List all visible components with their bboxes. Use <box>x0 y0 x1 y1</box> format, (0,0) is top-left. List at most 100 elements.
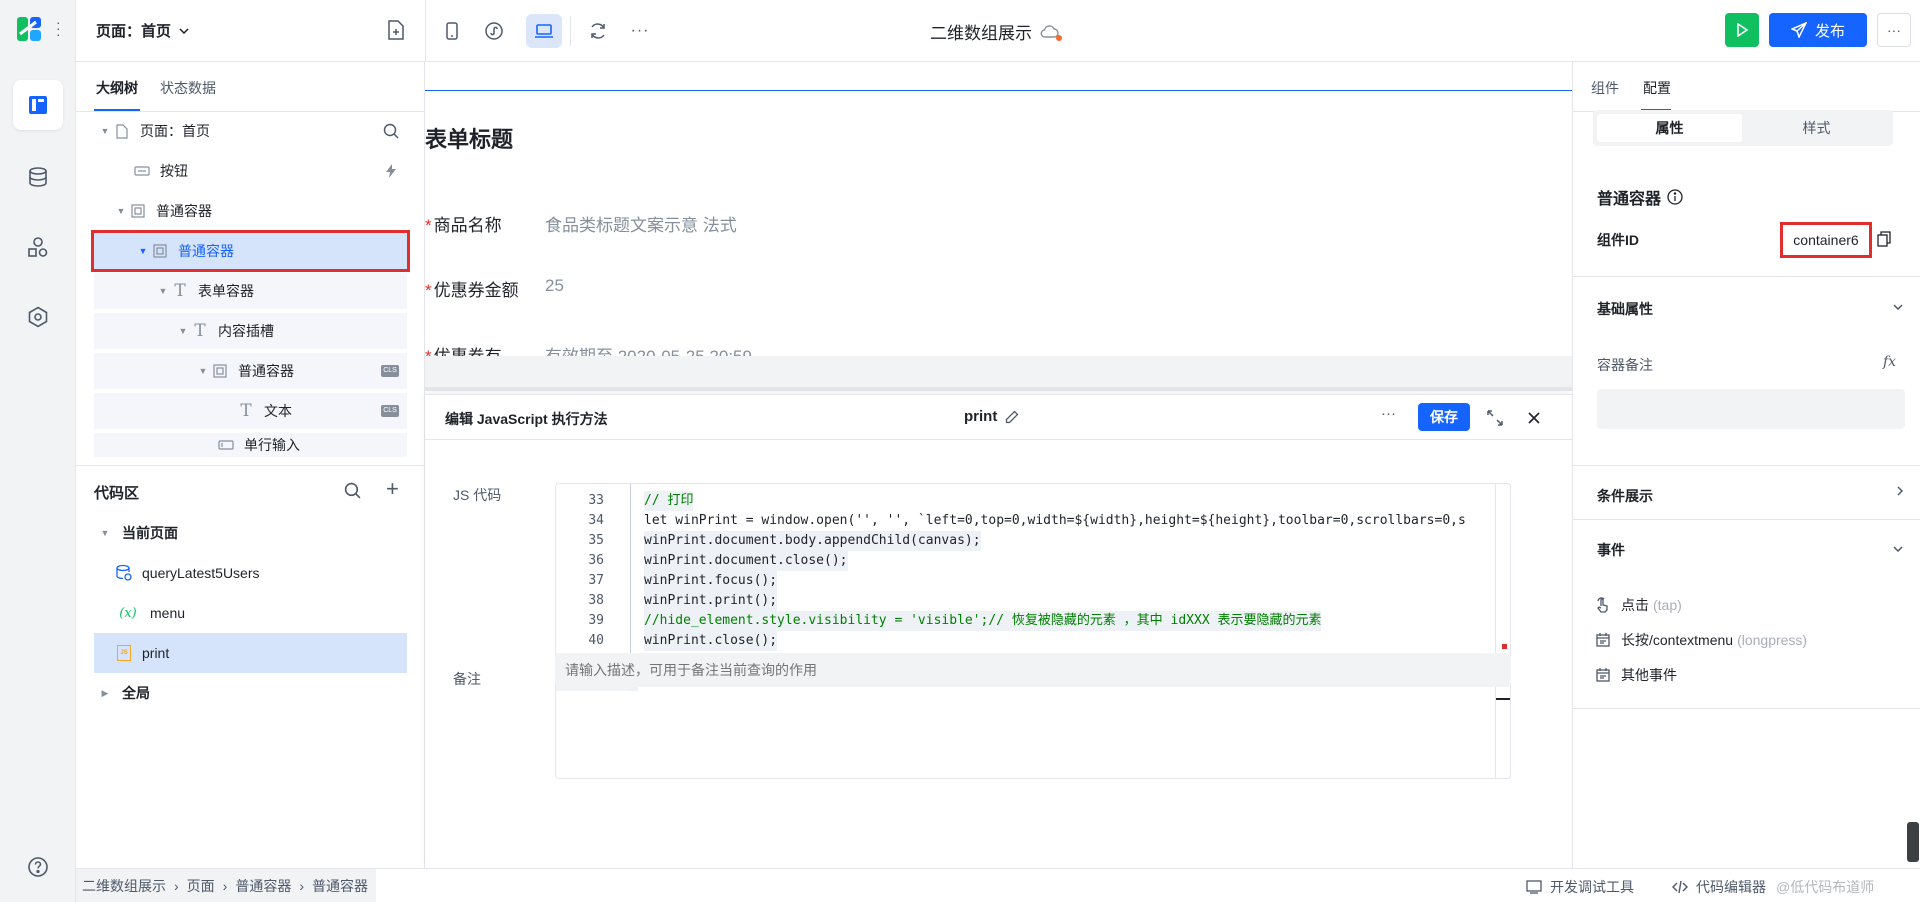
lightning-icon[interactable] <box>385 164 397 178</box>
components-icon[interactable] <box>13 222 63 272</box>
expand-icon[interactable] <box>1487 410 1503 426</box>
more-vertical-icon[interactable]: · · · <box>56 15 61 41</box>
container-icon <box>128 203 148 219</box>
save-button[interactable]: 保存 <box>1418 403 1470 431</box>
add-page-icon[interactable] <box>387 20 405 40</box>
refresh-icon[interactable] <box>580 14 616 48</box>
search-icon[interactable] <box>383 123 399 139</box>
code-item-query[interactable]: queryLatest5Users <box>94 553 407 593</box>
tab-state-data[interactable]: 状态数据 <box>160 78 216 98</box>
section-basic-props[interactable]: 基础属性 <box>1573 276 1920 342</box>
breadcrumb-item[interactable]: 普通容器 <box>235 876 291 896</box>
field-value-product[interactable]: 食品类标题文案示意 法式 <box>545 211 737 236</box>
search-icon[interactable] <box>344 482 361 499</box>
editor-title: 编辑 JavaScript 执行方法 <box>445 411 608 427</box>
code-item-menu[interactable]: (x) menu <box>94 593 407 633</box>
container-remark-input[interactable] <box>1597 389 1905 429</box>
component-id-value[interactable]: container6 <box>1780 222 1872 258</box>
divider <box>76 465 425 466</box>
scrollbar-track[interactable] <box>1495 484 1496 778</box>
code-editor[interactable]: 32 33// 打印 34let winPrint = window.open(… <box>555 483 1511 779</box>
tree-node-container[interactable]: ▼ 普通容器 <box>94 193 407 229</box>
tree-node-content-slot[interactable]: ▼ T 内容插槽 <box>94 313 407 349</box>
more-actions-button[interactable]: ··· <box>1877 13 1911 47</box>
code-line: 36 winPrint.document.close(); <box>556 551 1496 571</box>
field-label-coupon: * 优惠券金额 <box>425 276 519 301</box>
formula-fx-icon[interactable]: fx <box>1883 354 1896 370</box>
section-events[interactable]: 事件 <box>1573 519 1920 579</box>
remark-input[interactable] <box>555 653 1511 687</box>
cls-badge: CLS <box>381 405 399 417</box>
breadcrumb-item[interactable]: 普通容器 <box>312 876 368 896</box>
copy-icon[interactable] <box>1877 231 1891 247</box>
form-title: 表单标题 <box>425 127 514 152</box>
page-selector[interactable]: 页面：首页 <box>96 20 189 41</box>
publish-button[interactable]: 发布 <box>1769 13 1867 47</box>
dev-tools-label: 开发调试工具 <box>1550 879 1634 895</box>
event-name: 其他事件 <box>1621 667 1677 683</box>
close-icon[interactable] <box>1528 412 1540 424</box>
tree-node-text[interactable]: T 文本 CLS <box>94 393 407 429</box>
subtab-styles[interactable]: 样式 <box>1744 114 1889 142</box>
tree-node-label: 单行输入 <box>244 437 300 453</box>
breadcrumb-item[interactable]: 二维数组展示 <box>82 876 166 896</box>
tree-node-label: 普通容器 <box>238 363 294 379</box>
help-icon[interactable] <box>13 842 63 892</box>
js-badge-text: JS <box>117 645 131 661</box>
add-icon[interactable]: + <box>386 476 399 502</box>
horizontal-scrollbar[interactable] <box>425 387 1572 391</box>
app-logo[interactable] <box>16 16 42 42</box>
tab-config[interactable]: 配置 <box>1643 78 1671 98</box>
side-scroll-handle[interactable] <box>1907 822 1919 862</box>
code-item-label: print <box>142 645 170 661</box>
event-longpress[interactable]: 长按/contextmenu (longpress) <box>1595 630 1807 650</box>
tree-node-page[interactable]: ▼ 页面：首页 <box>94 113 407 149</box>
field-label-text: 优惠券金额 <box>433 281 519 300</box>
subtab-properties[interactable]: 属性 <box>1597 114 1742 142</box>
info-icon[interactable] <box>1667 189 1683 205</box>
code-brackets-icon <box>1672 880 1688 894</box>
tap-hand-icon <box>1595 597 1611 613</box>
database-icon[interactable] <box>13 152 63 202</box>
mini-program-icon[interactable] <box>476 14 512 48</box>
code-item-label: menu <box>150 605 186 621</box>
code-item-print[interactable]: JS print <box>94 633 407 673</box>
breadcrumb-item[interactable]: 页面 <box>187 876 215 896</box>
watermark: @低代码布道师 <box>1776 879 1875 895</box>
more-horizontal-icon[interactable]: ··· <box>1381 405 1396 422</box>
code-line: 33// 打印 <box>556 491 1496 511</box>
desktop-view-icon[interactable] <box>526 14 562 48</box>
tree-node-form-container[interactable]: ▼ T 表单容器 <box>94 273 407 309</box>
tree-node-inner-container[interactable]: ▼ 普通容器 CLS <box>94 353 407 389</box>
run-button[interactable] <box>1725 13 1759 47</box>
event-tap[interactable]: 点击 (tap) <box>1595 595 1682 615</box>
text-type-icon: T <box>194 321 206 341</box>
code-line: 35 winPrint.document.body.appendChild(can… <box>556 531 1496 551</box>
dev-tools-button[interactable]: 开发调试工具 <box>1526 877 1634 897</box>
divider <box>425 0 426 61</box>
input-icon <box>216 437 236 453</box>
mobile-view-icon[interactable] <box>434 14 470 48</box>
left-rail: · · · <box>0 0 76 902</box>
outline-nav-icon[interactable] <box>13 80 63 130</box>
more-horizontal-icon[interactable]: ··· <box>622 14 658 48</box>
tree-node-single-input[interactable]: 单行输入 <box>94 433 407 457</box>
method-name[interactable]: print <box>964 408 1019 425</box>
section-conditional[interactable]: 条件展示 <box>1573 465 1920 519</box>
tab-outline[interactable]: 大纲树 <box>96 78 138 98</box>
code-group-global[interactable]: ▶ 全局 <box>94 673 407 713</box>
field-value-coupon[interactable]: 25 <box>545 276 564 296</box>
play-icon <box>1736 23 1748 37</box>
right-panel: 组件 配置 属性 样式 普通容器 组件ID container6 基础属性 容器… <box>1572 62 1920 868</box>
cls-badge: CLS <box>381 365 399 377</box>
tree-node-container-selected[interactable]: ▼ 普通容器 <box>91 230 410 272</box>
code-editor-button[interactable]: 代码编辑器 <box>1672 877 1766 897</box>
tree-node-button[interactable]: 按钮 <box>94 153 407 189</box>
event-other[interactable]: 其他事件 <box>1595 665 1677 685</box>
app-title-text: 二维数组展示 <box>930 24 1032 43</box>
settings-hex-icon[interactable] <box>13 292 63 342</box>
code-line: 34 let winPrint = window.open('', '', `le… <box>588 513 1466 528</box>
tab-components[interactable]: 组件 <box>1591 78 1619 98</box>
code-group-current-page[interactable]: ▼ 当前页面 <box>94 513 407 553</box>
edit-pencil-icon[interactable] <box>1005 410 1019 424</box>
